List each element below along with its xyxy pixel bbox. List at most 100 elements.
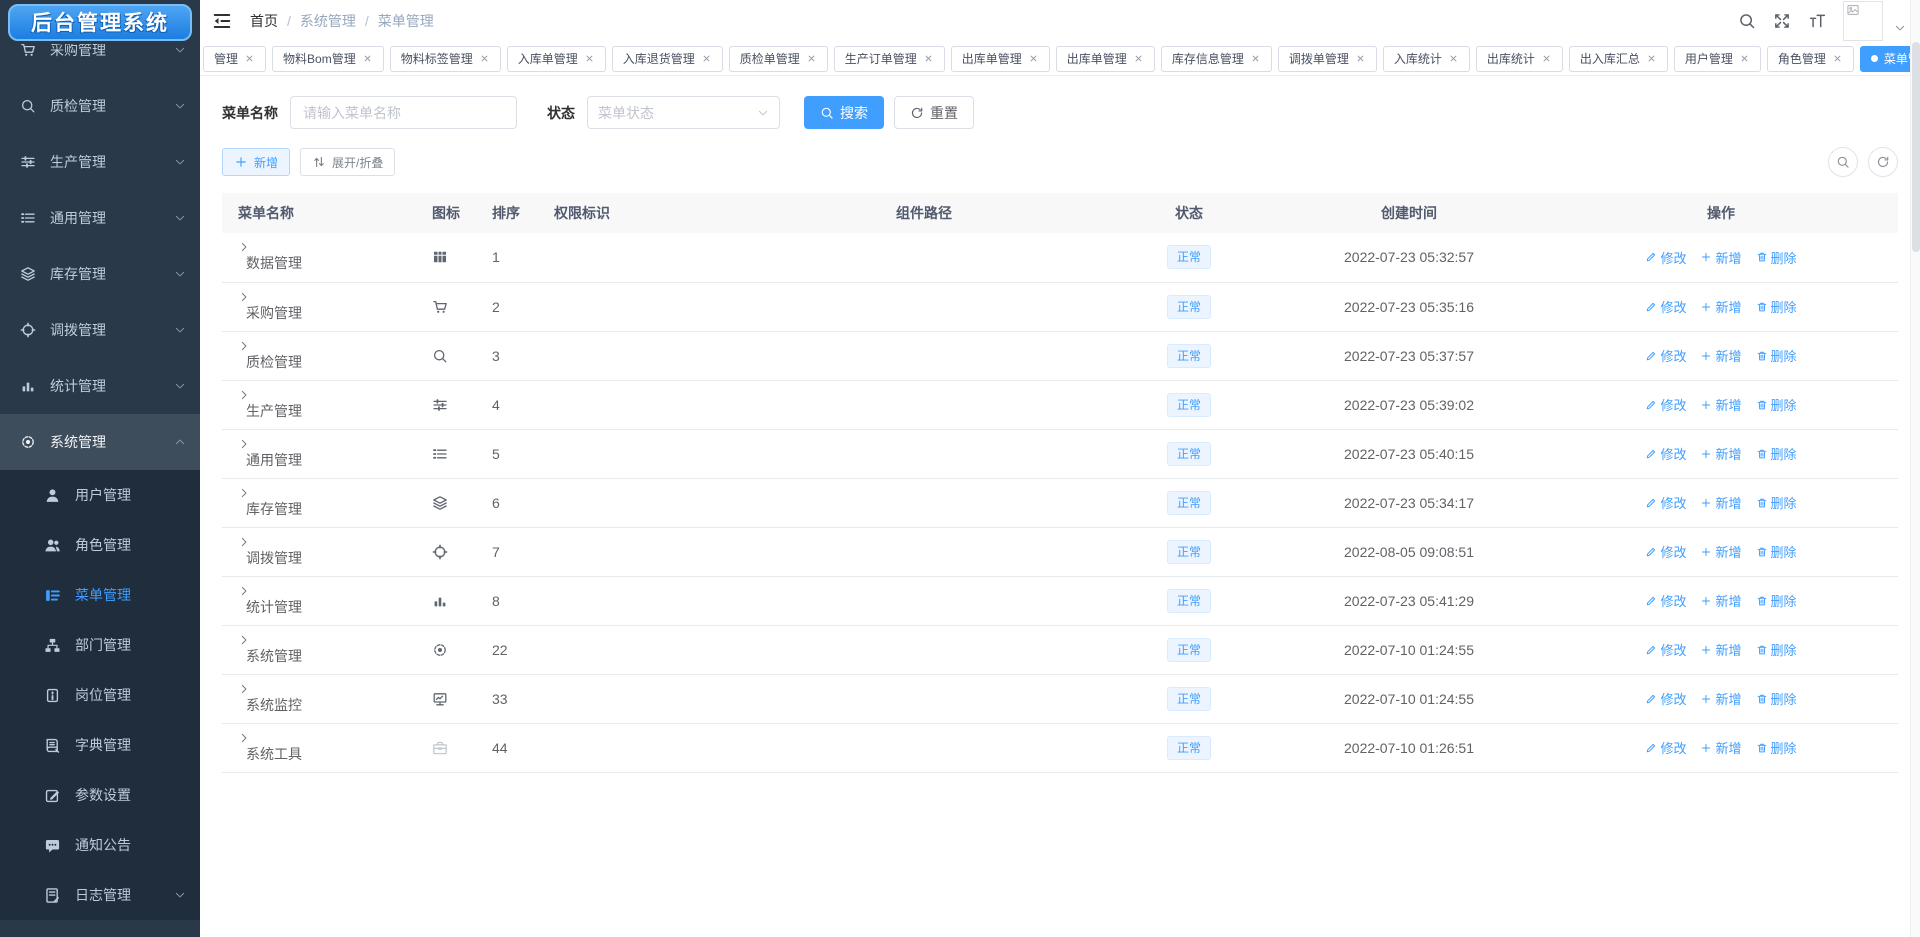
delete-link[interactable]: 删除 [1756, 689, 1797, 708]
menu-name-input[interactable] [290, 96, 517, 129]
add-link[interactable]: 新增 [1700, 493, 1741, 512]
page-scrollbar-thumb[interactable] [1912, 42, 1920, 252]
tab-close-icon[interactable] [1028, 53, 1039, 64]
sidebar-item[interactable]: 角色管理 [0, 520, 200, 570]
add-link[interactable]: 新增 [1700, 297, 1741, 316]
sidebar-item[interactable]: 统计管理 [0, 358, 200, 414]
sidebar-item[interactable]: 部门管理 [0, 620, 200, 670]
delete-link[interactable]: 删除 [1756, 542, 1797, 561]
search-button[interactable]: 搜索 [804, 96, 884, 129]
sidebar-item[interactable]: 生产管理 [0, 134, 200, 190]
edit-link[interactable]: 修改 [1645, 591, 1686, 610]
sidebar-item[interactable]: 岗位管理 [0, 670, 200, 720]
expand-collapse-button[interactable]: 展开/折叠 [300, 148, 395, 176]
add-link[interactable]: 新增 [1700, 346, 1741, 365]
delete-link[interactable]: 删除 [1756, 493, 1797, 512]
tab-close-icon[interactable] [1541, 53, 1552, 64]
row-expand-icon[interactable] [238, 683, 250, 695]
sidebar-item[interactable]: 系统管理 [0, 414, 200, 470]
tab-close-icon[interactable] [1133, 53, 1144, 64]
edit-link[interactable]: 修改 [1645, 493, 1686, 512]
delete-link[interactable]: 删除 [1756, 395, 1797, 414]
tab-close-icon[interactable] [1646, 53, 1657, 64]
edit-link[interactable]: 修改 [1645, 444, 1686, 463]
tab[interactable]: 入库退货管理 [612, 46, 723, 72]
header-search-icon[interactable] [1738, 12, 1756, 30]
edit-link[interactable]: 修改 [1645, 542, 1686, 561]
add-button[interactable]: 新增 [222, 148, 290, 176]
avatar[interactable] [1843, 1, 1883, 41]
font-size-icon[interactable] [1808, 12, 1826, 30]
tab[interactable]: 用户管理 [1674, 46, 1761, 72]
tab[interactable]: 库存信息管理 [1161, 46, 1272, 72]
row-expand-icon[interactable] [238, 487, 250, 499]
tab-close-icon[interactable] [1739, 53, 1750, 64]
tab-close-icon[interactable] [362, 53, 373, 64]
sidebar-item[interactable]: 字典管理 [0, 720, 200, 770]
edit-link[interactable]: 修改 [1645, 395, 1686, 414]
tab[interactable]: 调拨单管理 [1278, 46, 1377, 72]
row-expand-icon[interactable] [238, 732, 250, 744]
row-expand-icon[interactable] [238, 536, 250, 548]
row-expand-icon[interactable] [238, 585, 250, 597]
edit-link[interactable]: 修改 [1645, 689, 1686, 708]
tab-close-icon[interactable] [1250, 53, 1261, 64]
add-link[interactable]: 新增 [1700, 689, 1741, 708]
edit-link[interactable]: 修改 [1645, 248, 1686, 267]
add-link[interactable]: 新增 [1700, 248, 1741, 267]
refresh-table-button[interactable] [1868, 147, 1898, 177]
sidebar-item[interactable]: 库存管理 [0, 246, 200, 302]
page-scrollbar[interactable] [1910, 0, 1920, 937]
reset-button[interactable]: 重置 [894, 96, 974, 129]
tab[interactable]: 物料Bom管理 [272, 46, 384, 72]
hide-search-button[interactable] [1828, 147, 1858, 177]
delete-link[interactable]: 删除 [1756, 444, 1797, 463]
row-expand-icon[interactable] [238, 389, 250, 401]
sidebar-item[interactable]: 用户管理 [0, 470, 200, 520]
status-select[interactable]: 菜单状态 [587, 96, 780, 129]
tab[interactable]: 出库单管理 [951, 46, 1050, 72]
tab[interactable]: 出库单管理 [1056, 46, 1155, 72]
sidebar-item[interactable]: 日志管理 [0, 870, 200, 920]
delete-link[interactable]: 删除 [1756, 297, 1797, 316]
edit-link[interactable]: 修改 [1645, 640, 1686, 659]
tab[interactable]: 入库统计 [1383, 46, 1470, 72]
row-expand-icon[interactable] [238, 291, 250, 303]
tab[interactable]: 角色管理 [1767, 46, 1854, 72]
delete-link[interactable]: 删除 [1756, 591, 1797, 610]
tab-close-icon[interactable] [701, 53, 712, 64]
avatar-dropdown-caret-icon[interactable] [1894, 22, 1906, 34]
breadcrumb-item[interactable]: 首页 [250, 11, 278, 31]
tab-close-icon[interactable] [584, 53, 595, 64]
add-link[interactable]: 新增 [1700, 591, 1741, 610]
sidebar-item[interactable]: 调拨管理 [0, 302, 200, 358]
tab[interactable]: 质检单管理 [729, 46, 828, 72]
row-expand-icon[interactable] [238, 241, 250, 253]
row-expand-icon[interactable] [238, 340, 250, 352]
tab-close-icon[interactable] [244, 53, 255, 64]
row-expand-icon[interactable] [238, 438, 250, 450]
sidebar-item[interactable]: 通用管理 [0, 190, 200, 246]
add-link[interactable]: 新增 [1700, 640, 1741, 659]
tab[interactable]: 管理 [203, 46, 266, 72]
add-link[interactable]: 新增 [1700, 395, 1741, 414]
tab[interactable]: 物料标签管理 [390, 46, 501, 72]
tab-close-icon[interactable] [1355, 53, 1366, 64]
add-link[interactable]: 新增 [1700, 738, 1741, 757]
tab-close-icon[interactable] [806, 53, 817, 64]
sidebar-item[interactable]: 参数设置 [0, 770, 200, 820]
sidebar-item[interactable]: 通知公告 [0, 820, 200, 870]
delete-link[interactable]: 删除 [1756, 248, 1797, 267]
edit-link[interactable]: 修改 [1645, 738, 1686, 757]
sidebar-item[interactable]: 质检管理 [0, 78, 200, 134]
sidebar-fold-icon[interactable] [212, 11, 232, 31]
tab[interactable]: 出库统计 [1476, 46, 1563, 72]
tab-close-icon[interactable] [1448, 53, 1459, 64]
tab-close-icon[interactable] [479, 53, 490, 64]
row-expand-icon[interactable] [238, 634, 250, 646]
tab-close-icon[interactable] [923, 53, 934, 64]
delete-link[interactable]: 删除 [1756, 738, 1797, 757]
delete-link[interactable]: 删除 [1756, 640, 1797, 659]
tab-close-icon[interactable] [1832, 53, 1843, 64]
edit-link[interactable]: 修改 [1645, 346, 1686, 365]
